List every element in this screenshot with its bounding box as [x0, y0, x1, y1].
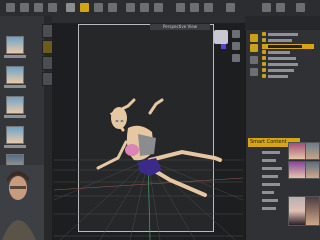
- scene-item[interactable]: [262, 50, 314, 55]
- category-label: [262, 183, 280, 186]
- scene-item-label: [268, 69, 294, 72]
- folder-icon[interactable]: [250, 56, 258, 64]
- scene-item-label: [268, 57, 296, 60]
- scene-item-label: [268, 63, 298, 66]
- product-thumbnail[interactable]: [305, 142, 320, 160]
- product-thumbnail[interactable]: [305, 196, 320, 226]
- category-label: [262, 167, 282, 170]
- product-thumbnail[interactable]: [288, 196, 306, 226]
- category-item[interactable]: [256, 206, 284, 211]
- eye-icon[interactable]: [262, 62, 266, 66]
- scene-item-label: [268, 75, 288, 78]
- category-item[interactable]: [256, 166, 284, 171]
- scene-item[interactable]: [262, 56, 314, 61]
- scene-item-label: [268, 39, 292, 42]
- eye-icon[interactable]: [262, 32, 266, 36]
- category-label: [262, 191, 274, 194]
- category-item[interactable]: [256, 158, 284, 163]
- smart-content-header-label: Smart Content: [250, 139, 287, 145]
- lock-icon[interactable]: [250, 44, 258, 52]
- scene-item[interactable]: [262, 68, 314, 73]
- eye-icon[interactable]: [262, 44, 266, 48]
- category-item[interactable]: [256, 198, 284, 203]
- scene-item-label: [268, 45, 302, 48]
- scene-item[interactable]: [262, 38, 314, 43]
- category-label: [262, 159, 276, 162]
- category-label: [262, 175, 278, 178]
- product-thumbnail[interactable]: [305, 161, 320, 179]
- scene-item[interactable]: [262, 32, 314, 37]
- eye-icon[interactable]: [250, 34, 258, 42]
- category-item[interactable]: [256, 150, 284, 155]
- scene-item[interactable]: [262, 62, 314, 67]
- eye-icon[interactable]: [262, 38, 266, 42]
- scene-item-label: [268, 51, 290, 54]
- category-label: [262, 199, 278, 202]
- category-label: [262, 207, 276, 210]
- category-label: [262, 151, 280, 154]
- scene-item-label: [268, 33, 298, 36]
- product-thumbnail[interactable]: [288, 142, 306, 160]
- product-thumbnail[interactable]: [288, 161, 306, 179]
- panel-tabs[interactable]: [245, 16, 320, 30]
- scene-item-selected[interactable]: [262, 44, 314, 49]
- scene-item[interactable]: [262, 74, 314, 79]
- eye-icon[interactable]: [262, 68, 266, 72]
- category-item[interactable]: [256, 190, 284, 195]
- eye-icon[interactable]: [262, 56, 266, 60]
- search-icon[interactable]: [250, 68, 258, 76]
- category-item[interactable]: [256, 182, 284, 187]
- category-item[interactable]: [256, 174, 284, 179]
- eye-icon[interactable]: [262, 50, 266, 54]
- portrait-thumbnail: [0, 165, 44, 240]
- eye-icon[interactable]: [262, 74, 266, 78]
